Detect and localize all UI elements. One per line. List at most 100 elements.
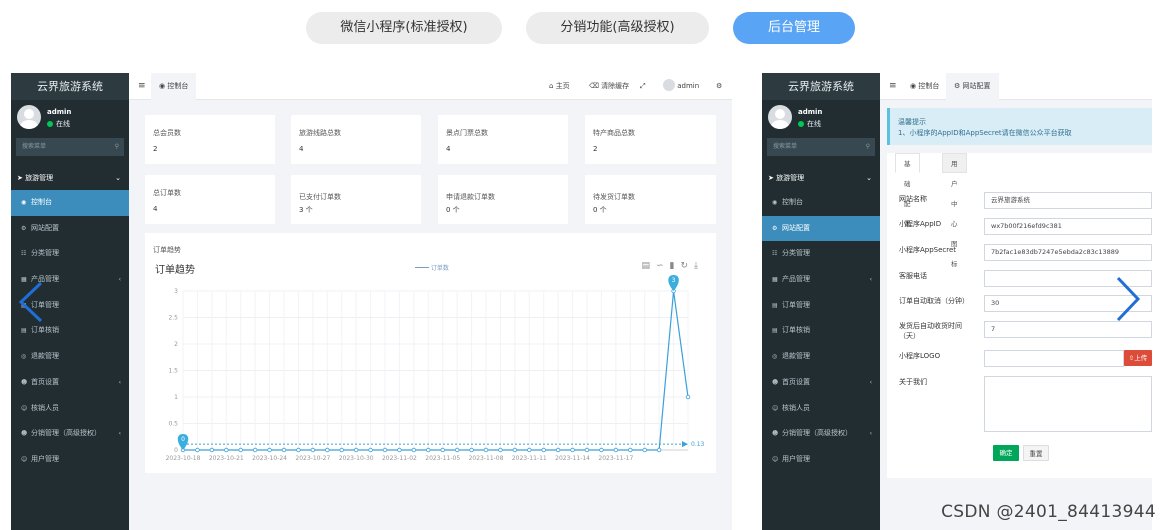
sidebar-item[interactable]: ▤ 订单管理 (762, 293, 880, 319)
chevron-down-icon: ⌄ (866, 174, 872, 182)
menu-icon[interactable]: ≡ (889, 73, 897, 100)
x-tick-label: 2023-10-24 (252, 455, 287, 462)
tab-distribution[interactable]: 分销功能(高级授权) (526, 12, 709, 44)
online-dot-icon (47, 121, 53, 127)
menu-icon[interactable]: ≡ (138, 73, 146, 100)
stat-title: 已支付订单数 (299, 193, 341, 201)
field-label: 关于我们 (899, 378, 927, 386)
sidebar-item[interactable]: ☺ 用户管理 (762, 447, 880, 473)
data-point (310, 447, 316, 453)
data-point (195, 447, 200, 453)
sidebar-item[interactable]: ☷ 分类管理 (762, 241, 880, 267)
field-label: 小程序AppID (899, 220, 942, 228)
data-point (512, 447, 518, 453)
sidebar-item[interactable]: ⚙ 网站配置 (762, 215, 880, 242)
reset-button[interactable]: 重置 (1023, 445, 1049, 461)
sidebar-item-label: 订单核销 (31, 326, 59, 335)
tab-backend-admin[interactable]: 后台管理 (733, 12, 855, 44)
order-trend-chart: 0 0.5 1 1.5 2 2.5 3 2023-10-18 2023-10-21 2023-10… (166, 275, 705, 462)
sidebar-item[interactable]: ☺ 核销人员 (762, 396, 880, 422)
top-navbar: ≡ ◉ 控制台 ⚙ 网站配置 (880, 73, 1152, 100)
confirm-button[interactable]: 确定 (993, 445, 1019, 461)
chevron-left-icon: ‹ (118, 430, 121, 438)
search-icon[interactable]: ⚲ (866, 138, 870, 156)
clear-cache-label: 清除缓存 (601, 82, 630, 90)
carousel-prev-arrow[interactable] (17, 281, 45, 323)
tab-wechat-miniprogram[interactable]: 微信小程序(标准授权) (306, 12, 502, 44)
tab-basic-config[interactable]: 基础配置 (895, 153, 920, 228)
sidebar-item[interactable]: ▤ 订单核销 (762, 318, 880, 344)
sidebar-item[interactable]: ☷ 分类管理 (11, 241, 129, 267)
sidebar-item[interactable]: ☻ 分销管理（高级授权） ‹ (11, 421, 129, 447)
users-icon: ☻ (772, 430, 779, 438)
sidebar-item-label: 产品管理 (782, 275, 810, 284)
sidebar-search-input[interactable]: 搜索菜单 ⚲ (767, 138, 875, 156)
sidebar-group-tourism[interactable]: ➤ 旅游管理 ⌄ (11, 166, 129, 190)
upload-button-label: 上传 (1134, 354, 1148, 362)
upload-button[interactable]: ⇧上传 (1124, 350, 1152, 366)
user-icon: ☺ (21, 404, 28, 412)
logo-input[interactable] (984, 350, 1124, 367)
data-point (613, 447, 619, 453)
y-tick-label: 2.5 (168, 315, 178, 322)
auto-receive-input[interactable]: 7 (984, 321, 1152, 338)
tab-console[interactable]: ◉ 控制台 (151, 73, 197, 100)
dashboard-icon: ◉ (159, 82, 166, 90)
sidebar-item-label: 首页设置 (782, 377, 810, 386)
sidebar-item[interactable]: ☺ 用户管理 (11, 447, 129, 473)
sidebar-item[interactable]: ◎ 退款管理 (11, 344, 129, 370)
users-icon: ☻ (21, 430, 28, 438)
y-tick-label: 2 (174, 341, 178, 348)
tab-console[interactable]: ◉ 控制台 (902, 73, 947, 100)
gear-icon: ⚙ (954, 82, 961, 90)
sidebar-item[interactable]: ☻ 首页设置 ‹ (762, 370, 880, 396)
appid-input[interactable]: wx7b00f216efd9c381 (984, 218, 1152, 235)
data-point (628, 447, 633, 453)
about-us-textarea[interactable] (984, 376, 1152, 432)
stat-title: 特产商品总数 (593, 129, 635, 137)
sidebar-item-label: 控制台 (782, 198, 803, 206)
data-point (267, 447, 272, 453)
data-point (584, 447, 590, 453)
sidebar-item[interactable]: ◉ 控制台 (11, 190, 129, 216)
fullscreen-icon[interactable]: ⤢ (640, 73, 646, 100)
data-point (555, 447, 561, 453)
sidebar-search-placeholder: 搜索菜单 (773, 143, 798, 150)
stat-card: 已支付订单数 3 个 (291, 175, 421, 224)
sidebar-item[interactable]: ◉ 控制台 (762, 190, 880, 216)
sidebar-group-tourism[interactable]: ➤ 旅游管理 ⌄ (762, 166, 880, 190)
user-avatar-icon (663, 79, 675, 91)
search-icon[interactable]: ⚲ (115, 138, 119, 156)
chevron-left-icon: ‹ (869, 430, 872, 438)
sidebar-item[interactable]: ☺ 核销人员 (11, 396, 129, 422)
sidebar-item-label: 分类管理 (782, 249, 810, 258)
sidebar-item[interactable]: ▦ 产品管理 ‹ (762, 267, 880, 293)
carousel-next-arrow[interactable] (1114, 276, 1142, 322)
file-icon: ▤ (772, 327, 778, 335)
appsecret-input[interactable]: 7b2fac1e83db7247e5ebda2c83c13889 (984, 244, 1152, 261)
sidebar-item[interactable]: ☻ 分销管理（高级授权） ‹ (762, 421, 880, 447)
settings-icon[interactable]: ⚙ (716, 73, 722, 100)
sidebar-item[interactable]: ⚙ 网站配置 (11, 216, 129, 242)
tab-user-center-icons[interactable]: 用户中心图标 (942, 153, 967, 268)
chevron-left-icon: ‹ (118, 276, 121, 284)
stat-value: 0 个 (446, 206, 460, 214)
field-label: 小程序AppSecret (899, 246, 957, 254)
home-link[interactable]: ⌂ 主页 (549, 73, 570, 100)
eye-icon: ◎ (21, 353, 27, 361)
sidebar-items: ◉ 控制台 ⚙ 网站配置 ☷ 分类管理 ▦ 产品管理 ‹ ▤ 订单管理 ▤ 订单核销 ◎ 退款管理 ☻ 首页设置… (11, 190, 129, 473)
sidebar-item-label: 分销管理（高级授权） (782, 429, 852, 438)
clear-cache-button[interactable]: ⌫ 清除缓存 (589, 73, 629, 100)
data-point (411, 447, 417, 453)
site-name-input[interactable]: 云界旅游系统 (984, 192, 1152, 209)
tab-site-config[interactable]: ⚙ 网站配置 (946, 73, 999, 100)
sidebar-items: ◉ 控制台 ⚙ 网站配置 ☷ 分类管理 ▦ 产品管理 ‹ ▤ 订单管理 ▤ 订单核销 ◎ 退款管理 ☻ 首页设置… (762, 190, 880, 473)
x-tick-label: 2023-10-21 (209, 455, 244, 462)
data-point (599, 447, 604, 453)
user-menu[interactable]: admin (663, 73, 699, 100)
dashboard-icon: ◉ (910, 82, 917, 90)
sidebar-item[interactable]: ☻ 首页设置 ‹ (11, 370, 129, 396)
order-trend-card: 订单趋势 订单趋势 订单数 ▤∽▮↻⤓ 0 0.5 1 1.5 2 2.5 3 2023-10… (145, 233, 716, 473)
sidebar-item[interactable]: ◎ 退款管理 (762, 344, 880, 370)
sidebar-search-input[interactable]: 搜索菜单 ⚲ (16, 138, 124, 156)
